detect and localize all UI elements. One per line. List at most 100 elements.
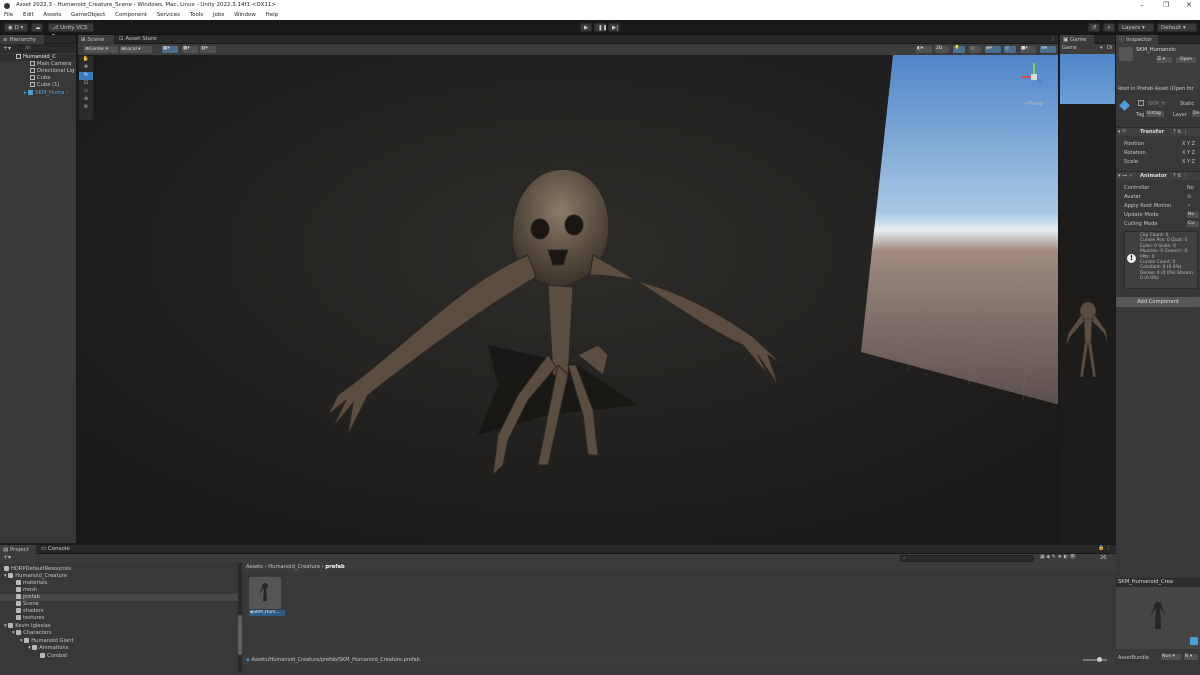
breadcrumb-assets[interactable]: Assets [246, 564, 263, 570]
folder-prefab[interactable]: prefab [0, 594, 238, 601]
position-xyz[interactable]: X Y Z [1182, 141, 1195, 147]
folder-combat[interactable]: Combat [40, 653, 67, 660]
account-dropdown[interactable]: ◉ D ▾ [4, 23, 28, 32]
transform-tool-icon[interactable]: ⊕ [79, 96, 93, 104]
tab-project[interactable]: ▤ Project [0, 545, 36, 554]
tab-scene[interactable]: ⊞ Scene [78, 35, 114, 44]
tab-asset-store[interactable]: ⊡ Asset Store [116, 35, 164, 44]
transform-header[interactable]: ▾ ⤧ Transfor ? ⇅ ⋮ [1116, 127, 1200, 136]
hierarchy-item-main-camera[interactable]: Main Camera [0, 61, 71, 68]
rect-tool-icon[interactable]: ▭ [79, 88, 93, 96]
folder-materials[interactable]: materials [16, 580, 47, 587]
controller-field[interactable]: No [1187, 185, 1194, 191]
update-mode-dropdown[interactable]: No [1187, 212, 1199, 218]
avatar-field[interactable]: ⊙ [1187, 194, 1191, 200]
gizmos-dropdown[interactable]: ⊛▾ [1040, 46, 1056, 53]
vcs-dropdown[interactable]: ⎇ Unity VCS ▾ [48, 23, 94, 39]
folder-humanoid-creature[interactable]: ▾ Humanoid_Creature [4, 573, 67, 580]
hierarchy-item-scene[interactable]: Humanoid_C [0, 54, 76, 61]
tree-scrollbar[interactable] [238, 563, 242, 673]
game-viewport[interactable] [1060, 54, 1115, 543]
menu-file[interactable]: File [4, 12, 13, 18]
assetbundle-variant-dropdown[interactable]: N ▾ [1184, 654, 1198, 660]
scale-tool-icon[interactable]: ⊡ [79, 80, 93, 88]
hierarchy-item-light[interactable]: Directional Lig [0, 68, 74, 75]
pause-button[interactable]: ❚❚ [594, 23, 607, 32]
minimize-icon[interactable]: – [1140, 0, 1144, 11]
folder-mesh[interactable]: mesh [16, 587, 37, 594]
folder-humanoid-giant[interactable]: ▾ Humanoid Giant [20, 638, 74, 645]
add-icon[interactable]: +▾ [3, 45, 11, 52]
move-tool-icon[interactable]: ✥ [79, 64, 93, 72]
folder-scene[interactable]: Scene [16, 601, 39, 608]
snap-increment-button[interactable]: ▩▾ [182, 46, 198, 53]
scene-viewport[interactable]: <Persp ✋ ✥ ↻ ⊡ ▭ ⊕ ⚙ [78, 55, 1058, 543]
effects-toggle-icon[interactable]: ◈▾ [985, 46, 1001, 53]
tag-dropdown[interactable]: Untag [1146, 111, 1164, 117]
menu-assets[interactable]: Assets [43, 12, 61, 18]
lock-icon[interactable]: 🔒 ⋮ [1098, 545, 1111, 551]
hierarchy-item-cube-1[interactable]: Cube (1) [0, 82, 59, 89]
folder-animations[interactable]: ▾ Animations [28, 645, 68, 652]
animator-help-icon[interactable]: ? ⇅ ⋮ [1173, 173, 1188, 179]
gizmo-toggle-button[interactable]: ▥▾ [200, 46, 216, 53]
menu-gameobject[interactable]: GameObject [71, 12, 105, 18]
game-menu-arrow[interactable]: ▾ [1100, 45, 1103, 51]
play-button[interactable]: ▶ [580, 23, 592, 32]
audio-toggle-icon[interactable]: ◁ [969, 46, 981, 53]
tab-inspector[interactable]: ⓘ Inspector [1116, 35, 1158, 44]
custom-tool-icon[interactable]: ⚙ [79, 104, 93, 112]
culling-mode-dropdown[interactable]: Cu [1187, 221, 1199, 227]
layers-dropdown[interactable]: Layers ▾ [1118, 23, 1154, 32]
menu-jobs[interactable]: Jobs [213, 12, 224, 18]
breadcrumb-humanoid-creature[interactable]: Humanoid_Creature [268, 564, 320, 570]
folder-kevin-iglesias[interactable]: ▾ Kevin Iglesias [4, 623, 51, 630]
search-icon[interactable]: ⌕ [1103, 23, 1115, 32]
breadcrumb-prefab[interactable]: prefab [325, 564, 344, 570]
transform-help-icon[interactable]: ? ⇅ ⋮ [1173, 129, 1188, 135]
folder-shaders[interactable]: shaders [16, 608, 44, 615]
2d-toggle-button[interactable]: 2D [935, 46, 949, 53]
space-dropdown[interactable]: ⊕Local ▾ [120, 46, 152, 53]
preview-settings-icon[interactable] [1190, 637, 1198, 645]
animator-header[interactable]: ▾ ⊶ ✓ Animator ? ⇅ ⋮ [1116, 171, 1200, 180]
menu-edit[interactable]: Edit [23, 12, 34, 18]
menu-tools[interactable]: Tools [190, 12, 204, 18]
maximize-icon[interactable]: ❐ [1163, 0, 1169, 11]
prefab-asset-thumbnail[interactable] [249, 577, 281, 609]
grid-snap-button[interactable]: ▦▾ [162, 46, 178, 53]
step-button[interactable]: ▶| [608, 23, 620, 32]
prefab-asset-label[interactable]: ◈SKM_Hum... [249, 610, 285, 616]
object-name-field[interactable]: SKM_H [1148, 101, 1165, 107]
icon-size-slider[interactable] [1083, 657, 1107, 662]
pivot-dropdown[interactable]: ⊕Center ▾ [84, 46, 118, 53]
add-component-button[interactable]: Add Component [1116, 297, 1200, 307]
camera-settings-icon[interactable]: ■▾ [1020, 46, 1036, 53]
hierarchy-item-skm[interactable]: ▸ SKM_Huma › [0, 90, 68, 97]
hierarchy-item-cube[interactable]: Cube [0, 75, 50, 82]
layout-dropdown[interactable]: Default ▾ [1157, 23, 1197, 32]
tab-console[interactable]: ▭ Console [38, 545, 74, 554]
rotation-xyz[interactable]: X Y Z [1182, 150, 1195, 156]
cloud-button[interactable]: ☁ [31, 23, 43, 32]
apply-root-motion-checkbox[interactable]: ✓ [1187, 203, 1191, 209]
menu-services[interactable]: Services [157, 12, 180, 18]
tab-game[interactable]: ▣ Game [1060, 35, 1094, 44]
open-prefab-button[interactable]: Open [1176, 57, 1196, 63]
asset-options-dropdown[interactable]: ☰ ▾ [1156, 57, 1172, 63]
game-display-dropdown[interactable]: Game [1062, 45, 1077, 51]
hidden-objects-icon[interactable]: ◎ [1004, 46, 1016, 53]
history-icon[interactable]: ↺ [1088, 23, 1100, 32]
project-search-input[interactable]: ⌕ [900, 555, 1034, 562]
lighting-toggle-icon[interactable]: 💡 [953, 46, 965, 53]
folder-characters[interactable]: ▾ Characters [12, 630, 52, 637]
hand-tool-icon[interactable]: ✋ [79, 56, 93, 64]
tab-hierarchy[interactable]: ≡ Hierarchy [0, 35, 44, 44]
folder-hdrp[interactable]: HDRPDefaultResources [4, 566, 71, 573]
menu-window[interactable]: Window [234, 12, 256, 18]
assetbundle-dropdown[interactable]: Non ▾ [1161, 654, 1181, 660]
draw-mode-button[interactable]: ◐▾ [916, 46, 932, 53]
close-icon[interactable]: ✕ [1186, 0, 1192, 11]
project-filter-icons[interactable]: ▦ ◈ ✎ ★ ◐ 👁 [1040, 554, 1076, 560]
active-checkbox[interactable]: ✓ [1138, 100, 1144, 106]
